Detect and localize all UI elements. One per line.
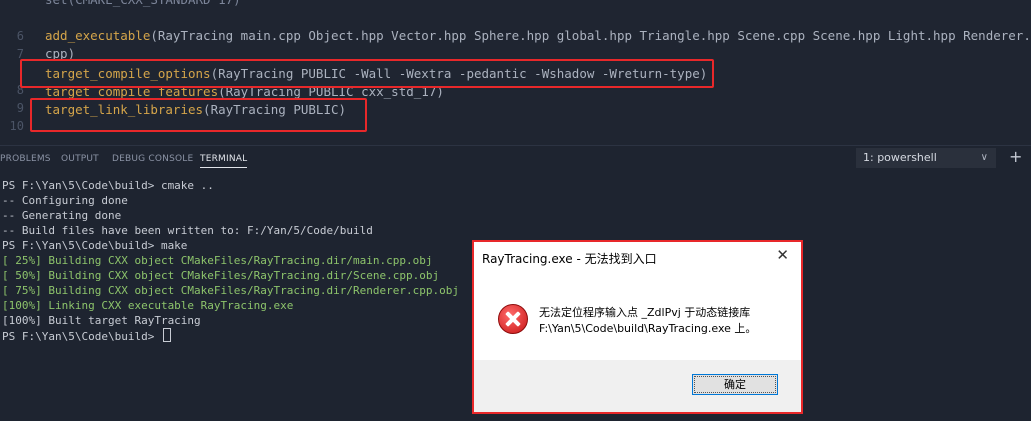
new-terminal-plus-icon[interactable]: + [1009, 148, 1022, 166]
terminal-line: [ 75%] Building CXX object CMakeFiles/Ra… [2, 284, 459, 297]
tab-output[interactable]: OUTPUT [61, 154, 99, 164]
terminal-prompt[interactable]: PS F:\Yan\5\Code\build> [2, 328, 171, 344]
code-editor[interactable]: set(CMAKE_CXX_STANDARD 17) 6 7 8 9 10 ad… [0, 0, 1031, 145]
ok-button[interactable]: 确定 [692, 374, 778, 395]
tab-problems[interactable]: PROBLEMS [0, 154, 51, 164]
error-icon [498, 304, 528, 334]
error-dialog: RayTracing.exe - 无法找到入口 ✕ 无法定位程序输入点 _Zdl… [474, 242, 801, 412]
terminal-line: PS F:\Yan\5\Code\build> cmake .. [2, 179, 214, 192]
terminal-select[interactable]: 1: powershell ∨ [856, 148, 996, 168]
line-number: 9 [16, 101, 24, 115]
terminal-line: -- Configuring done [2, 194, 128, 207]
code-line: target_compile_features(RayTracing PUBLI… [45, 84, 444, 99]
dialog-title: RayTracing.exe - 无法找到入口 [482, 252, 657, 266]
terminal-line: [ 50%] Building CXX object CMakeFiles/Ra… [2, 269, 440, 282]
terminal-line: [100%] Linking CXX executable RayTracing… [2, 299, 294, 312]
dialog-footer: 确定 [474, 360, 801, 412]
terminal-line: PS F:\Yan\5\Code\build> make [2, 239, 188, 252]
terminal-line: -- Generating done [2, 209, 122, 222]
line-number: 8 [16, 83, 24, 97]
terminal-line: [100%] Built target RayTracing [2, 314, 201, 327]
code-line: target_link_libraries(RayTracing PUBLIC) [45, 102, 347, 117]
tab-debug-console[interactable]: DEBUG CONSOLE [112, 154, 193, 164]
chevron-down-icon: ∨ [980, 152, 988, 163]
code-line: target_compile_options(RayTracing PUBLIC… [45, 66, 708, 81]
terminal-cursor [162, 328, 171, 342]
line-number: 10 [9, 119, 24, 133]
dialog-message-line1: 无法定位程序输入点 _ZdlPvj 于动态链接库 [539, 306, 751, 319]
line-number: 7 [16, 47, 24, 61]
line-number: 6 [16, 29, 24, 43]
terminal-line: -- Build files have been written to: F:/… [2, 224, 373, 237]
close-icon[interactable]: ✕ [776, 246, 789, 264]
line-number-gutter: 6 7 8 9 10 [0, 0, 30, 145]
code-line: add_executable(RayTracing main.cpp Objec… [45, 28, 1031, 43]
dialog-message-line2: F:\Yan\5\Code\build\RayTracing.exe 上。 [539, 322, 757, 335]
terminal-line: [ 25%] Building CXX object CMakeFiles/Ra… [2, 254, 433, 267]
terminal-select-value: 1: powershell [863, 151, 937, 164]
code-line: cpp) [45, 46, 76, 61]
tab-terminal[interactable]: TERMINAL [200, 154, 248, 168]
code-line-partial: set(CMAKE_CXX_STANDARD 17) [45, 0, 241, 9]
